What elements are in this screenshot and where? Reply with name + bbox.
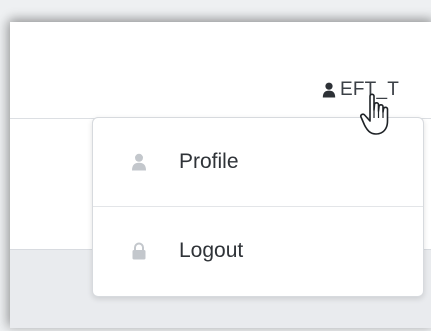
menu-item-logout[interactable]: Logout [93, 207, 423, 295]
user-icon [132, 153, 146, 171]
user-menu-toggle[interactable]: EFT_T [322, 74, 399, 106]
menu-item-label: Profile [179, 150, 239, 173]
user-icon [322, 82, 336, 98]
top-navbar: EFT_T [10, 22, 431, 119]
app-window: EFT_T Profile Logout [10, 22, 431, 328]
lock-icon [132, 242, 146, 260]
username-label: EFT_T [340, 79, 400, 100]
user-dropdown-menu: Profile Logout [92, 117, 424, 297]
menu-item-profile[interactable]: Profile [93, 118, 423, 207]
menu-item-label: Logout [179, 239, 244, 262]
